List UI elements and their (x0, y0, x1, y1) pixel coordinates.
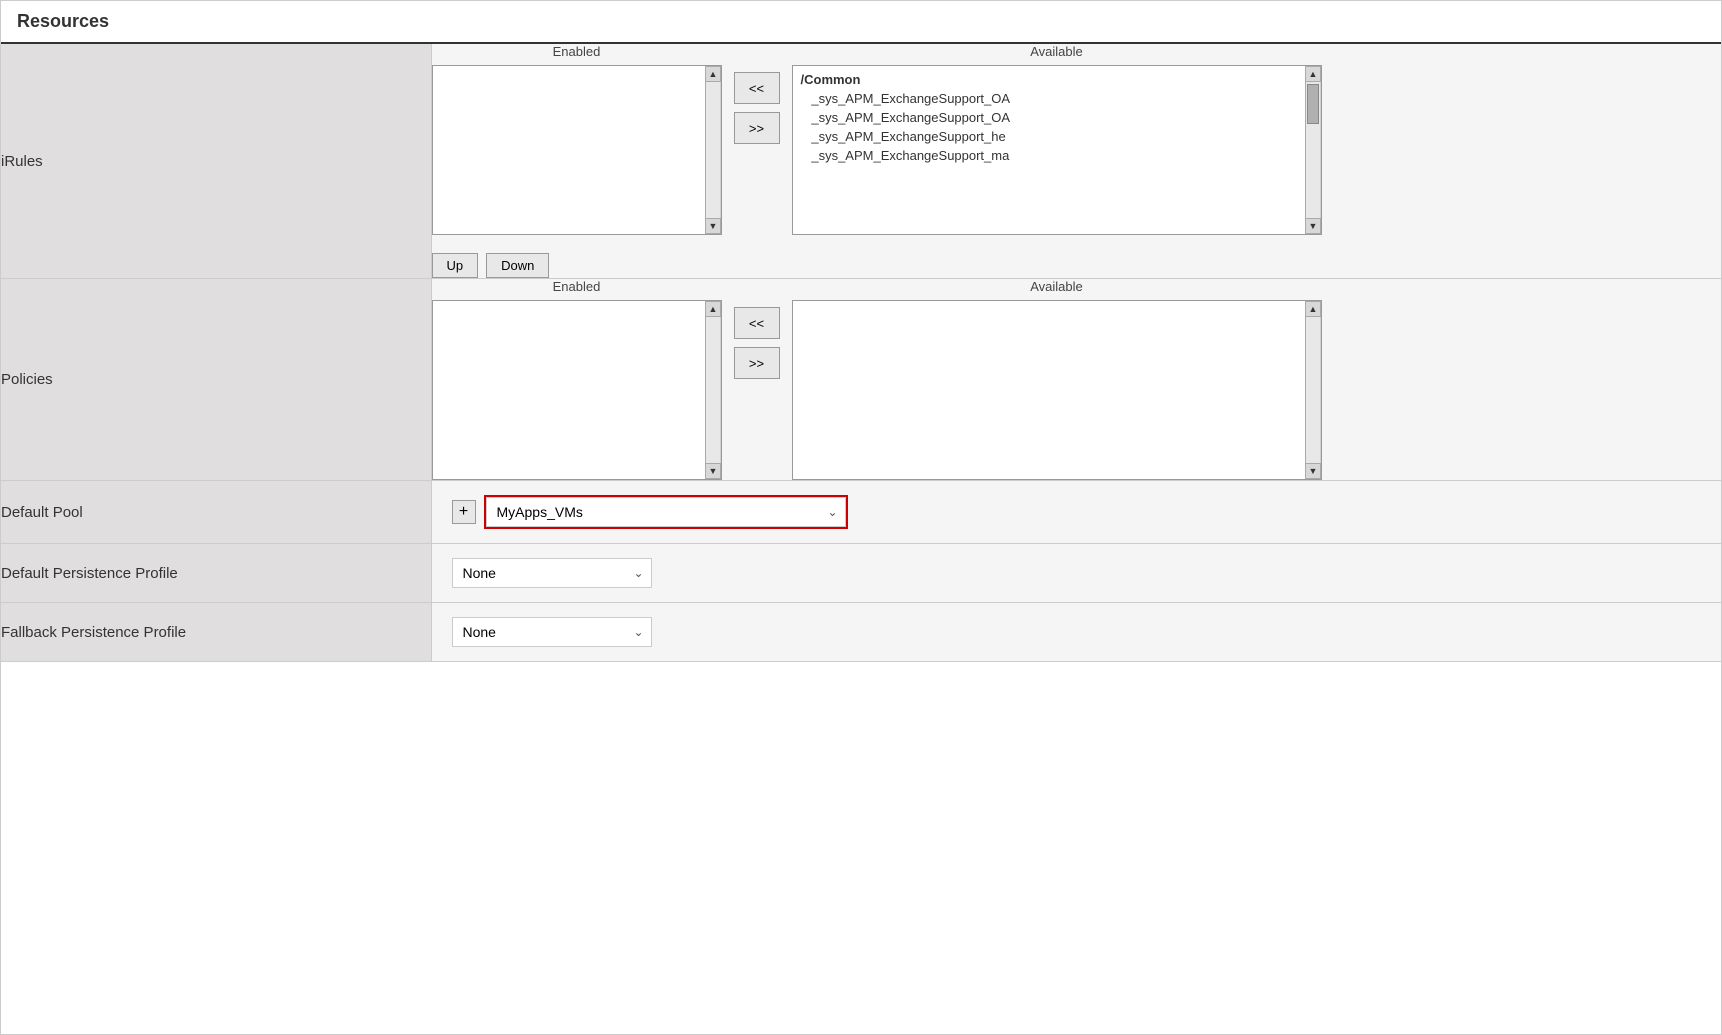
page-title: Resources (1, 1, 1721, 44)
down-button[interactable]: Down (486, 253, 549, 278)
policies-available-inner[interactable] (793, 301, 1321, 479)
irules-enabled-listbox[interactable]: ▲ ▼ (432, 65, 722, 235)
policies-transfer-buttons: << >> (734, 307, 780, 379)
default-pool-dropdown-wrapper: MyApps_VMs None ⌄ (484, 495, 848, 529)
irules-content: Enabled ▲ ▼ (431, 44, 1721, 279)
policies-move-right-button[interactable]: >> (734, 347, 780, 379)
list-item[interactable]: _sys_APM_ExchangeSupport_he (797, 127, 1317, 146)
default-persistence-row: Default Persistence Profile None ⌄ (1, 544, 1721, 603)
list-item[interactable]: _sys_APM_ExchangeSupport_OA (797, 89, 1317, 108)
irules-available-inner[interactable]: /Common _sys_APM_ExchangeSupport_OA _sys… (793, 66, 1321, 234)
default-pool-select[interactable]: MyApps_VMs None (486, 497, 846, 527)
policies-enabled-inner[interactable] (433, 301, 721, 479)
scroll-up-icon[interactable]: ▲ (705, 301, 721, 317)
list-item[interactable]: _sys_APM_ExchangeSupport_OA (797, 108, 1317, 127)
default-pool-content: + MyApps_VMs None ⌄ (431, 481, 1721, 544)
scroll-down-icon[interactable]: ▼ (1305, 218, 1321, 234)
policies-content: Enabled ▲ ▼ (431, 279, 1721, 481)
irules-group-header: /Common (797, 70, 1317, 89)
policies-row: Policies Enabled ▲ ▼ (1, 279, 1721, 481)
fallback-persistence-content: None ⌄ (431, 603, 1721, 662)
irules-enabled-scrollbar[interactable]: ▲ ▼ (705, 66, 721, 234)
irules-available-scrollbar[interactable]: ▲ ▼ (1305, 66, 1321, 234)
scroll-track (1306, 317, 1320, 463)
list-item[interactable]: _sys_APM_ExchangeSupport_ma (797, 146, 1317, 165)
fallback-persistence-label: Fallback Persistence Profile (1, 603, 431, 662)
scroll-up-icon[interactable]: ▲ (705, 66, 721, 82)
policies-available-scrollbar[interactable]: ▲ ▼ (1305, 301, 1321, 479)
policies-label: Policies (1, 279, 431, 481)
fallback-persistence-row: Fallback Persistence Profile None ⌄ (1, 603, 1721, 662)
irules-enabled-label: Enabled (432, 44, 722, 59)
default-pool-add-button[interactable]: + (452, 500, 476, 524)
policies-move-left-button[interactable]: << (734, 307, 780, 339)
irules-row: iRules Enabled ▲ ▼ (1, 44, 1721, 279)
default-pool-label: Default Pool (1, 481, 431, 544)
scroll-up-icon[interactable]: ▲ (1305, 301, 1321, 317)
irules-available-listbox[interactable]: /Common _sys_APM_ExchangeSupport_OA _sys… (792, 65, 1322, 235)
move-right-button[interactable]: >> (734, 112, 780, 144)
default-persistence-label: Default Persistence Profile (1, 544, 431, 603)
irules-updown-buttons: Up Down (432, 253, 1722, 278)
scroll-track (706, 82, 720, 218)
default-pool-select-wrapper: MyApps_VMs None ⌄ (486, 497, 846, 527)
policies-enabled-label: Enabled (432, 279, 722, 294)
scroll-up-icon[interactable]: ▲ (1305, 66, 1321, 82)
irules-label: iRules (1, 44, 431, 279)
scroll-thumb (1307, 84, 1319, 124)
default-persistence-select[interactable]: None (452, 558, 652, 588)
policies-enabled-scrollbar[interactable]: ▲ ▼ (705, 301, 721, 479)
scroll-track (1306, 82, 1320, 218)
irules-enabled-inner[interactable] (433, 66, 721, 234)
irules-transfer-buttons: << >> (734, 72, 780, 144)
default-persistence-select-wrapper: None ⌄ (452, 558, 652, 588)
fallback-persistence-select[interactable]: None (452, 617, 652, 647)
scroll-down-icon[interactable]: ▼ (1305, 463, 1321, 479)
default-persistence-content: None ⌄ (431, 544, 1721, 603)
policies-enabled-listbox[interactable]: ▲ ▼ (432, 300, 722, 480)
up-button[interactable]: Up (432, 253, 479, 278)
scroll-track (706, 317, 720, 463)
scroll-down-icon[interactable]: ▼ (705, 218, 721, 234)
fallback-persistence-select-wrapper: None ⌄ (452, 617, 652, 647)
scroll-down-icon[interactable]: ▼ (705, 463, 721, 479)
policies-available-label: Available (792, 279, 1322, 294)
policies-available-listbox[interactable]: ▲ ▼ (792, 300, 1322, 480)
irules-available-label: Available (792, 44, 1322, 59)
move-left-button[interactable]: << (734, 72, 780, 104)
default-pool-row: Default Pool + MyApps_VMs None ⌄ (1, 481, 1721, 544)
